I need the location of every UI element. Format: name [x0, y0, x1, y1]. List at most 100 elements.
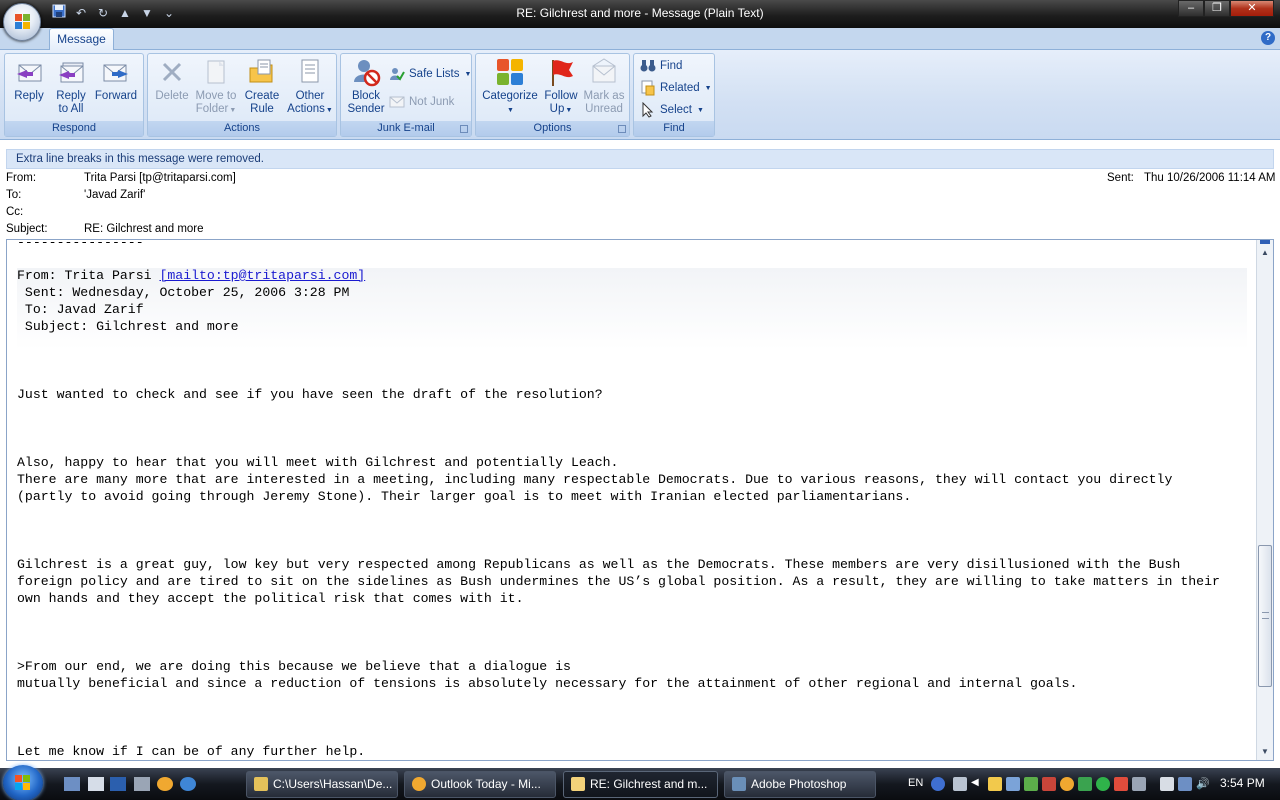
reply-all-button[interactable]: Reply to All: [53, 56, 89, 116]
quoted-from-line: From: Trita Parsi [mailto:tp@tritaparsi.…: [17, 267, 365, 284]
body-paragraph-3-line-1: Gilchrest is a great guy, low key but ve…: [17, 557, 1181, 572]
body-paragraph-4-line-1: >From our end, we are doing this because…: [17, 659, 571, 674]
network-tray-icon[interactable]: [1006, 777, 1020, 791]
related-button[interactable]: Related ▼: [640, 78, 712, 98]
taskbar-item-explorer[interactable]: C:\Users\Hassan\De...: [246, 771, 398, 798]
follow-up-button[interactable]: Follow Up▼: [542, 56, 580, 117]
app-tray-icon-4[interactable]: [1096, 777, 1110, 791]
window-controls: – ❐ ✕: [1178, 0, 1274, 17]
language-indicator[interactable]: EN: [908, 777, 923, 789]
to-label: To:: [6, 189, 22, 201]
actions-group-label: Actions: [148, 121, 336, 136]
taskbar-item-photoshop[interactable]: Adobe Photoshop: [724, 771, 876, 798]
subject-label: Subject:: [6, 223, 48, 235]
message-options-launcher[interactable]: ↘: [618, 125, 626, 133]
windows-logo-icon: [15, 775, 31, 791]
not-junk-button[interactable]: Not Junk: [389, 92, 454, 112]
other-actions-button[interactable]: Other Actions▼: [286, 56, 334, 117]
maximize-button[interactable]: ❐: [1204, 0, 1230, 17]
from-value[interactable]: Trita Parsi [tp@tritaparsi.com]: [84, 172, 236, 184]
find-button[interactable]: Find: [640, 56, 682, 76]
actions-group: Delete Move to Folder▼ Create Rule Other…: [147, 53, 337, 137]
mark-as-unread-button[interactable]: Mark as Unread: [582, 56, 626, 116]
minimize-button[interactable]: –: [1178, 0, 1204, 17]
safe-lists-button[interactable]: Safe Lists ▼: [389, 64, 471, 84]
quoted-from-text: From: Trita Parsi: [17, 268, 160, 283]
app-tray-icon-5[interactable]: [1114, 777, 1128, 791]
body-paragraph-3-line-2: foreign policy and are tired to sit on t…: [17, 574, 1220, 589]
forward-button[interactable]: Forward: [93, 56, 139, 103]
block-sender-icon: [354, 60, 381, 87]
body-paragraph-2-line-2: There are many more that are interested …: [17, 472, 1173, 487]
block-sender-button[interactable]: Block Sender: [345, 56, 387, 116]
volume-icon[interactable]: 🔊: [1196, 777, 1210, 791]
show-desktop-icon[interactable]: [64, 777, 80, 791]
help-tray-icon[interactable]: [931, 777, 945, 791]
delete-icon: [162, 62, 182, 82]
create-rule-icon: [249, 59, 273, 83]
cursor-icon: [642, 102, 654, 118]
select-button[interactable]: Select ▼: [640, 100, 704, 120]
other-actions-icon: [301, 59, 319, 83]
mark-as-unread-icon: [592, 58, 616, 83]
app-tray-icon-6[interactable]: [1132, 777, 1146, 791]
mail-icon: [571, 777, 585, 791]
office-button[interactable]: [3, 3, 41, 41]
safe-lists-icon: [390, 68, 405, 81]
outlook-quicklaunch-icon[interactable]: [157, 777, 173, 791]
sent-value: Thu 10/26/2006 11:14 AM: [1144, 172, 1276, 184]
reply-button[interactable]: Reply: [11, 56, 47, 103]
ribbon: Reply Reply to All Forward Respond Delet…: [0, 50, 1280, 140]
word-quicklaunch-icon[interactable]: [110, 777, 126, 791]
power-tray-icon[interactable]: [1160, 777, 1174, 791]
mailto-link[interactable]: [mailto:tp@tritaparsi.com]: [159, 268, 365, 283]
delete-button[interactable]: Delete: [153, 56, 191, 103]
create-rule-button[interactable]: Create Rule: [242, 56, 282, 116]
internet-explorer-icon[interactable]: [180, 777, 196, 791]
taskbar-item-message[interactable]: RE: Gilchrest and m...: [563, 771, 718, 798]
scrollbar-thumb[interactable]: [1258, 545, 1272, 687]
forward-icon: [103, 64, 128, 82]
quoted-subject-line: Subject: Gilchrest and more: [17, 319, 239, 334]
vertical-scrollbar[interactable]: ▲ ▼: [1256, 240, 1273, 760]
calculator-quicklaunch-icon[interactable]: [134, 777, 150, 791]
find-group-label: Find: [634, 121, 714, 136]
scroll-down-arrow-icon[interactable]: ▼: [1260, 746, 1270, 758]
scroll-up-arrow-icon[interactable]: ▲: [1260, 247, 1270, 259]
tab-message[interactable]: Message: [49, 28, 114, 51]
sent-label: Sent:: [1107, 172, 1134, 184]
title-bar: ↶ ↻ ▲ ▼ ⌄ RE: Gilchrest and more - Messa…: [0, 0, 1280, 28]
info-bar[interactable]: Extra line breaks in this message were r…: [6, 149, 1274, 169]
categorize-button[interactable]: Categorize ▼: [480, 56, 540, 117]
start-button[interactable]: [3, 765, 43, 800]
app-tray-icon-1[interactable]: [1024, 777, 1038, 791]
quoted-to-line: To: Javad Zarif: [17, 302, 144, 317]
to-value[interactable]: 'Javad Zarif': [84, 189, 145, 201]
related-dropdown-icon: ▼: [704, 84, 712, 92]
network-status-icon[interactable]: [1178, 777, 1192, 791]
options-group-label: Options: [476, 121, 629, 136]
other-actions-dropdown-icon: ▼: [325, 107, 333, 114]
usb-tray-icon[interactable]: [953, 777, 967, 791]
select-dropdown-icon: ▼: [696, 106, 704, 114]
move-to-folder-button[interactable]: Move to Folder▼: [194, 56, 238, 117]
expand-tray-icon[interactable]: ◀: [971, 777, 985, 791]
separator-line: ----------------: [17, 239, 144, 250]
outlook-icon: [412, 777, 426, 791]
taskbar-item-outlook-today[interactable]: Outlook Today - Mi...: [404, 771, 556, 798]
close-button[interactable]: ✕: [1230, 0, 1274, 17]
explorer-quicklaunch-icon[interactable]: [88, 777, 104, 791]
outlook-tray-icon[interactable]: [1060, 777, 1074, 791]
respond-group-label: Respond: [5, 121, 143, 136]
junk-email-group-label: Junk E-mail: [341, 121, 471, 136]
help-icon[interactable]: ?: [1261, 31, 1275, 45]
mail-tray-icon[interactable]: [988, 777, 1002, 791]
related-icon: [641, 80, 655, 96]
junk-email-options-launcher[interactable]: ↘: [460, 125, 468, 133]
clock[interactable]: 3:54 PM: [1220, 776, 1265, 790]
scrollbar-position-marker: [1260, 240, 1270, 244]
app-tray-icon-2[interactable]: [1042, 777, 1056, 791]
message-body[interactable]: ---------------- From: Trita Parsi [mail…: [6, 239, 1274, 761]
app-tray-icon-3[interactable]: [1078, 777, 1092, 791]
reply-all-icon: [59, 62, 84, 83]
